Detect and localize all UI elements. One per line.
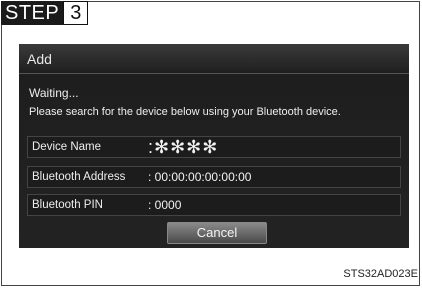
cancel-button[interactable]: Cancel (167, 222, 267, 244)
device-name-value: :✻✻✻✻ (148, 137, 219, 157)
instruction-text: Please search for the device below using… (29, 106, 341, 118)
bluetooth-address-value: : 00:00:00:00:00:00 (148, 170, 252, 184)
bluetooth-pin-value: : 0000 (148, 198, 182, 212)
bluetooth-address-row: Bluetooth Address : 00:00:00:00:00:00 (27, 166, 401, 188)
device-name-label: Device Name (32, 141, 102, 153)
figure-code: STS32AD023E (343, 268, 418, 280)
status-text: Waiting... (29, 86, 79, 100)
step-number: 3 (63, 1, 89, 25)
add-device-dialog: Add Waiting... Please search for the dev… (19, 44, 409, 248)
bluetooth-pin-label: Bluetooth PIN (32, 199, 103, 211)
step-word: STEP (1, 1, 64, 25)
bluetooth-pin-row: Bluetooth PIN : 0000 (27, 194, 401, 216)
device-name-row: Device Name :✻✻✻✻ (27, 136, 401, 158)
step-tag: STEP 3 (1, 1, 89, 25)
dialog-title: Add (19, 44, 409, 74)
bluetooth-address-label: Bluetooth Address (32, 171, 126, 183)
